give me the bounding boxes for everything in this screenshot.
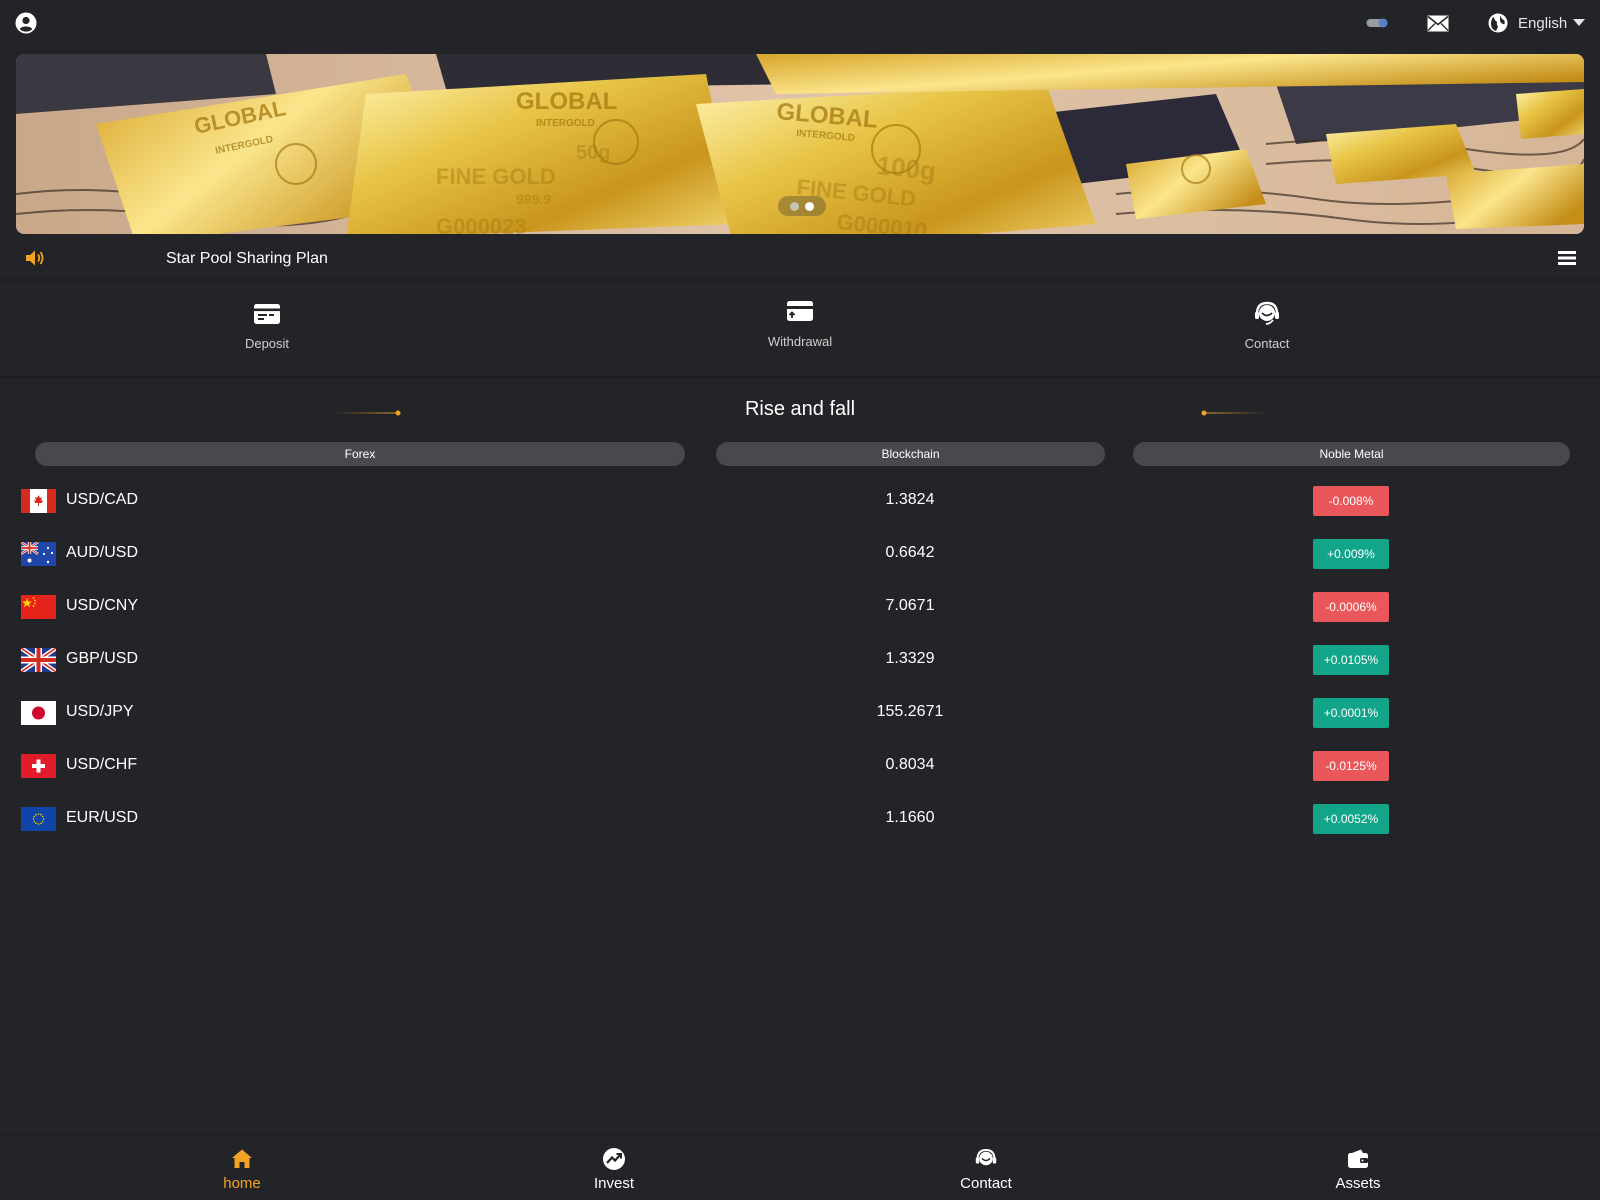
top-bar: English <box>0 0 1600 46</box>
deposit-icon <box>254 304 280 324</box>
headset-icon <box>975 1148 997 1166</box>
svg-text:999.9: 999.9 <box>516 191 551 207</box>
currency-pair: AUD/USD <box>66 544 139 561</box>
svg-text:G000023: G000023 <box>436 214 527 234</box>
svg-text:100g: 100g <box>875 150 937 186</box>
table-row[interactable]: USD/CAD 1.3824 -0.008% <box>0 481 1600 521</box>
promo-banner[interactable]: GLOBAL INTERGOLD GLOBAL INTERGOLD 50g FI… <box>16 54 1584 234</box>
home-icon <box>232 1149 252 1168</box>
language-selector[interactable]: English <box>1488 12 1586 34</box>
china-flag-icon <box>21 595 56 619</box>
bottom-nav: home Invest Contact Assets <box>0 1134 1600 1200</box>
menu-icon[interactable] <box>1558 250 1576 266</box>
table-row[interactable]: USD/CNY 7.0671 -0.0006% <box>0 587 1600 627</box>
price-value: 1.3824 <box>885 491 935 508</box>
price-value: 1.1660 <box>885 809 935 826</box>
globe-icon <box>1488 13 1508 33</box>
change-badge: +0.009% <box>1313 539 1389 569</box>
nav-home[interactable]: home <box>182 1147 302 1192</box>
japan-flag-icon <box>21 701 56 725</box>
svg-text:INTERGOLD: INTERGOLD <box>536 118 595 129</box>
headset-icon <box>1255 301 1279 325</box>
table-row[interactable]: USD/JPY 155.2671 +0.0001% <box>0 693 1600 733</box>
price-value: 155.2671 <box>876 703 944 720</box>
canada-flag-icon <box>21 489 56 513</box>
notice-bar: Star Pool Sharing Plan <box>0 240 1600 278</box>
price-value: 0.8034 <box>885 756 935 773</box>
currency-pair: USD/CAD <box>66 491 139 508</box>
nav-invest-label: Invest <box>593 1175 635 1192</box>
uk-flag-icon <box>21 648 56 672</box>
currency-pair: GBP/USD <box>66 650 139 667</box>
mail-icon[interactable] <box>1427 15 1449 32</box>
divider <box>0 279 1600 281</box>
contact-button[interactable]: Contact <box>1197 300 1337 351</box>
australia-flag-icon <box>21 542 56 566</box>
price-value: 0.6642 <box>885 544 935 561</box>
change-badge: +0.0105% <box>1313 645 1389 675</box>
language-label: English <box>1518 14 1568 32</box>
carousel-dot-2[interactable] <box>805 201 814 211</box>
currency-pair: USD/CHF <box>66 756 138 773</box>
wallet-icon <box>1348 1149 1368 1168</box>
withdrawal-button[interactable]: Withdrawal <box>730 298 870 349</box>
theme-toggle-icon[interactable] <box>1366 16 1390 30</box>
withdrawal-icon <box>787 301 813 321</box>
change-badge: -0.008% <box>1313 486 1389 516</box>
tab-noble-metal[interactable]: Noble Metal <box>1133 442 1570 466</box>
invest-icon <box>603 1148 625 1170</box>
user-icon[interactable] <box>15 12 37 34</box>
carousel-dot-1[interactable] <box>790 201 799 211</box>
section-title: Rise and fall <box>744 398 856 420</box>
table-row[interactable]: AUD/USD 0.6642 +0.009% <box>0 534 1600 574</box>
chevron-down-icon <box>1573 19 1586 26</box>
nav-invest[interactable]: Invest <box>554 1147 674 1192</box>
change-badge: +0.0052% <box>1313 804 1389 834</box>
nav-contact-label: Contact <box>960 1175 1012 1192</box>
title-decoration-right <box>1201 410 1266 416</box>
switzerland-flag-icon <box>21 754 56 778</box>
nav-home-label: home <box>223 1175 261 1192</box>
currency-pair: USD/JPY <box>66 703 134 720</box>
deposit-label: Deposit <box>244 336 290 351</box>
deposit-button[interactable]: Deposit <box>197 300 337 351</box>
price-value: 1.3329 <box>885 650 935 667</box>
eu-flag-icon <box>21 807 56 831</box>
contact-label: Contact <box>1244 336 1290 351</box>
table-row[interactable]: EUR/USD 1.1660 +0.0052% <box>0 799 1600 839</box>
change-badge: +0.0001% <box>1313 698 1389 728</box>
svg-text:FINE GOLD: FINE GOLD <box>436 164 556 189</box>
quick-actions: Deposit Withdrawal Contact <box>0 282 1600 376</box>
table-row[interactable]: GBP/USD 1.3329 +0.0105% <box>0 640 1600 680</box>
nav-assets[interactable]: Assets <box>1298 1147 1418 1192</box>
tab-forex[interactable]: Forex <box>35 442 685 466</box>
nav-assets-label: Assets <box>1335 1175 1381 1192</box>
nav-contact[interactable]: Contact <box>926 1147 1046 1192</box>
change-badge: -0.0125% <box>1313 751 1389 781</box>
withdrawal-label: Withdrawal <box>767 334 833 349</box>
currency-pair: USD/CNY <box>66 597 139 614</box>
tab-blockchain[interactable]: Blockchain <box>716 442 1105 466</box>
svg-text:GLOBAL: GLOBAL <box>516 88 617 115</box>
notice-text[interactable]: Star Pool Sharing Plan <box>166 250 328 268</box>
table-row[interactable]: USD/CHF 0.8034 -0.0125% <box>0 746 1600 786</box>
price-value: 7.0671 <box>885 597 935 614</box>
speaker-icon <box>26 250 44 266</box>
currency-pair: EUR/USD <box>66 809 139 826</box>
carousel-dots <box>778 196 826 216</box>
change-badge: -0.0006% <box>1313 592 1389 622</box>
divider <box>0 376 1600 378</box>
